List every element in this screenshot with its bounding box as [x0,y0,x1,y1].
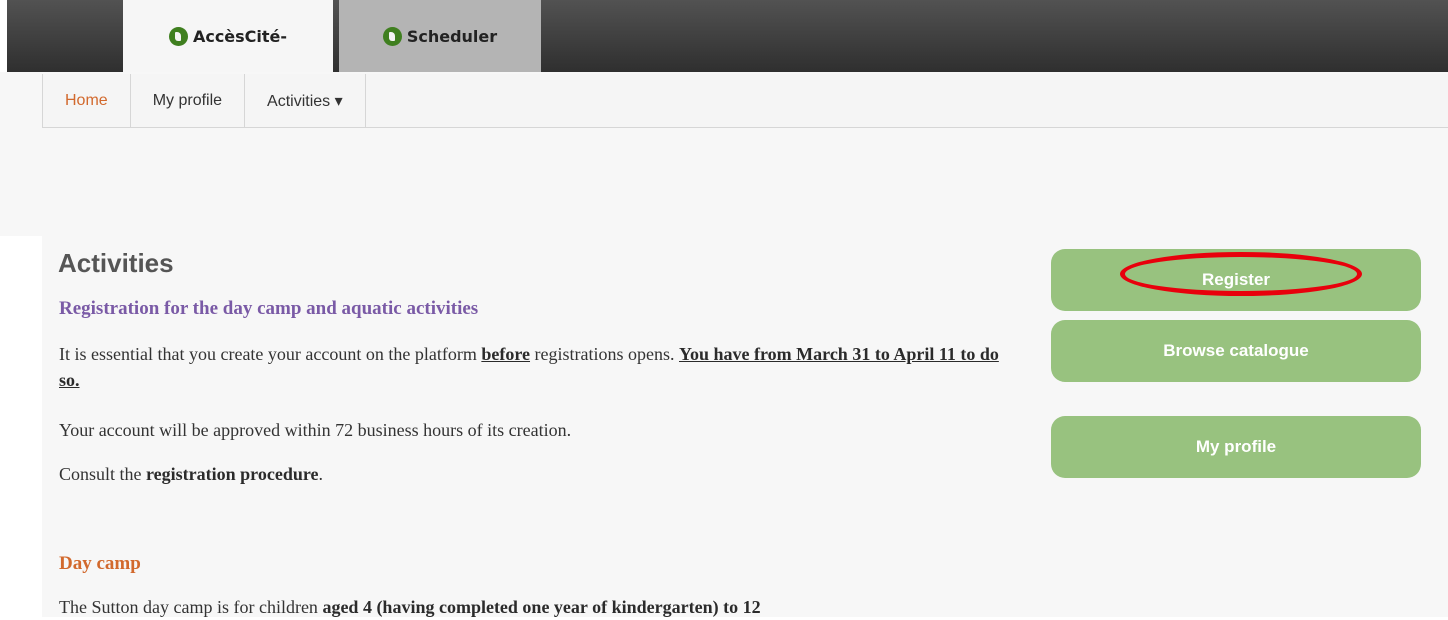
app-tab-accescite[interactable]: AccèsCité- [123,0,333,72]
app-tab-label: AccèsCité- [192,26,288,46]
activities-section: Activities Registration for the day camp… [42,236,1448,617]
text: registrations opens. [530,344,679,364]
account-notice: It is essential that you create your acc… [59,341,999,393]
registration-heading: Registration for the day camp and aquati… [59,298,479,319]
app-tab-scheduler[interactable]: Scheduler [339,0,541,72]
nav-item-home[interactable]: Home [43,74,131,127]
nav-item-my-profile[interactable]: My profile [131,74,246,127]
my-profile-button[interactable]: My profile [1051,416,1421,478]
register-button[interactable]: Register [1051,249,1421,311]
procedure-notice: Consult the registration procedure. [59,461,323,487]
day-camp-heading: Day camp [59,553,141,574]
text: The Sutton day camp is for children [59,597,323,617]
approval-notice: Your account will be approved within 72 … [59,420,572,440]
main-nav: Home My profile Activities ▾ [42,74,1448,128]
day-camp-description: The Sutton day camp is for children aged… [59,594,761,620]
text: Consult the [59,464,147,484]
app-tab-label: Scheduler [406,26,498,46]
accescite-logo-icon [168,26,188,46]
text: . [318,464,324,484]
app-top-bar: AccèsCité- Scheduler [7,0,1448,72]
age-range: aged 4 (having completed one year of kin… [322,597,761,617]
before-emphasis: before [481,344,531,364]
browse-catalogue-button[interactable]: Browse catalogue [1051,320,1421,382]
accescite-logo-icon [382,26,402,46]
page-title: Activities [58,248,174,278]
text: It is essential that you create your acc… [59,344,482,364]
registration-procedure-link[interactable]: registration procedure [146,464,318,484]
nav-item-activities-dropdown[interactable]: Activities ▾ [245,74,366,127]
